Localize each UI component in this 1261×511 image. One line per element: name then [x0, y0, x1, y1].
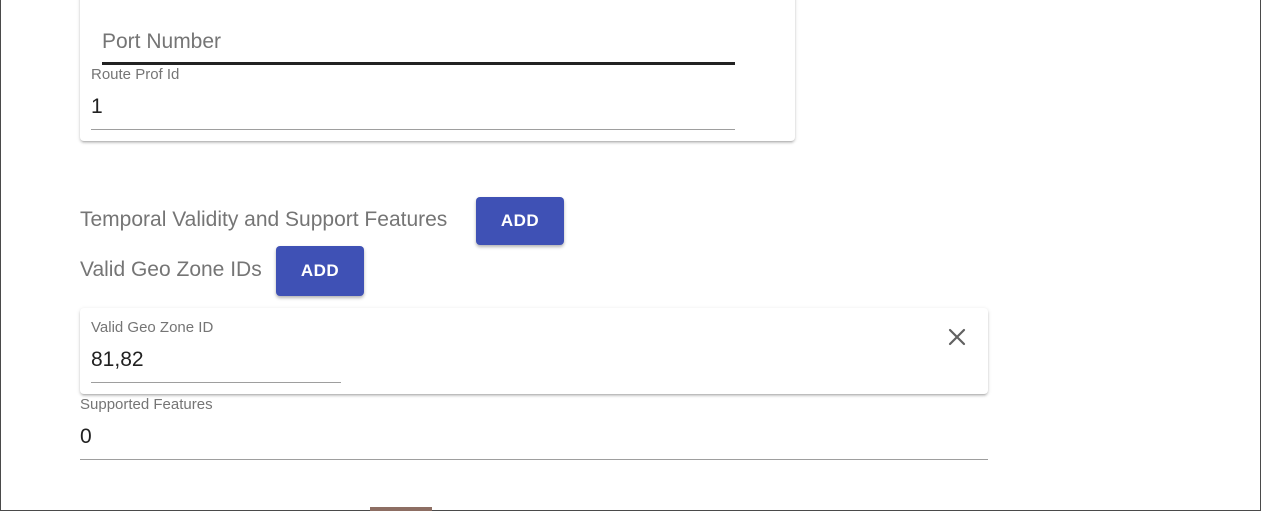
- valid-geo-zone-id-underline: [91, 382, 341, 383]
- add-temporal-validity-button-label: ADD: [500, 211, 540, 230]
- add-geo-zone-button-label: ADD: [300, 261, 340, 280]
- supported-features-underline: [80, 459, 988, 460]
- route-prof-id-underline: [91, 129, 735, 130]
- add-geo-zone-button[interactable]: ADD: [276, 246, 364, 296]
- valid-geo-zone-id-label: Valid Geo Zone ID: [91, 319, 214, 336]
- port-number-placeholder: Port Number: [102, 30, 222, 53]
- port-number-field[interactable]: Port Number: [102, 26, 735, 66]
- close-icon: [948, 328, 966, 346]
- port-number-underline: [102, 62, 735, 65]
- route-prof-id-value: 1: [91, 95, 103, 118]
- supported-features-field[interactable]: Supported Features 0: [80, 396, 988, 462]
- supported-features-label: Supported Features: [80, 396, 213, 413]
- remove-geo-zone-button[interactable]: [945, 325, 969, 349]
- valid-geo-zone-ids-label: Valid Geo Zone IDs: [80, 258, 262, 281]
- bottom-scroll-edge: [370, 507, 432, 511]
- route-prof-id-label: Route Prof Id: [91, 66, 180, 83]
- route-prof-id-field[interactable]: Route Prof Id 1: [91, 66, 735, 132]
- temporal-validity-label: Temporal Validity and Support Features: [80, 208, 448, 231]
- valid-geo-zone-id-value: 81,82: [91, 348, 144, 371]
- supported-features-value: 0: [80, 425, 92, 448]
- valid-geo-zone-id-field[interactable]: Valid Geo Zone ID 81,82: [91, 319, 341, 385]
- add-temporal-validity-button[interactable]: ADD: [476, 197, 564, 245]
